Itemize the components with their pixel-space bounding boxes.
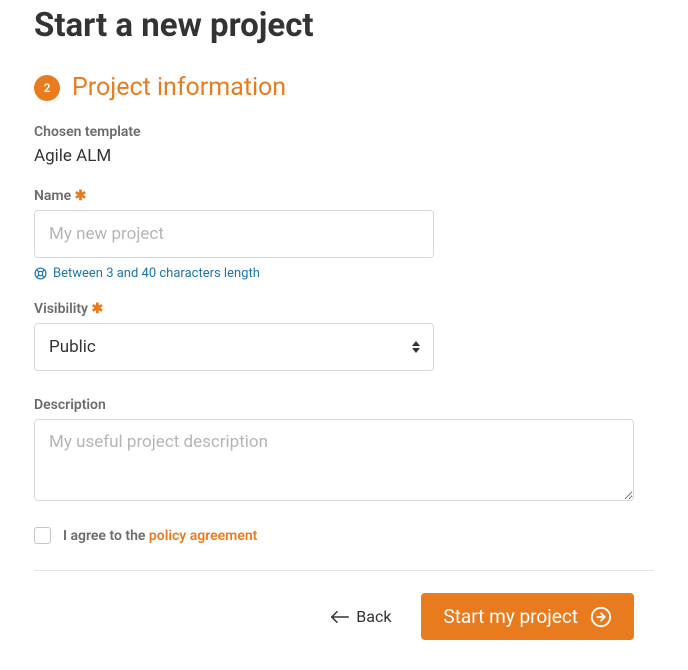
description-input[interactable]	[34, 419, 634, 501]
description-field: Description	[34, 397, 654, 527]
name-hint-text: Between 3 and 40 characters length	[53, 266, 260, 281]
step-title: Project information	[72, 73, 286, 102]
name-hint: Between 3 and 40 characters length	[34, 266, 654, 281]
arrow-left-icon	[331, 611, 349, 623]
name-field: Name ✱ Between 3 and 40 characters lengt…	[34, 188, 654, 281]
name-label: Name ✱	[34, 188, 654, 204]
visibility-select[interactable]: Public	[34, 323, 434, 371]
template-value: Agile ALM	[34, 146, 654, 166]
name-input[interactable]	[34, 210, 434, 258]
start-project-button[interactable]: Start my project	[421, 593, 634, 640]
agreement-field: I agree to the policy agreement	[34, 527, 654, 571]
actions-row: Back Start my project	[34, 593, 634, 640]
agreement-label: I agree to the policy agreement	[63, 528, 257, 544]
visibility-field: Visibility ✱ Public	[34, 301, 654, 371]
lifebuoy-icon	[34, 267, 47, 280]
policy-agreement-link[interactable]: policy agreement	[149, 528, 257, 544]
template-field: Chosen template Agile ALM	[34, 124, 654, 166]
arrow-circle-right-icon	[590, 606, 612, 628]
page-title: Start a new project	[34, 6, 654, 45]
required-icon: ✱	[75, 188, 87, 204]
step-header: 2 Project information	[34, 73, 654, 102]
agreement-checkbox[interactable]	[34, 527, 51, 544]
visibility-label: Visibility ✱	[34, 301, 654, 317]
back-button[interactable]: Back	[319, 597, 403, 636]
required-icon: ✱	[92, 301, 104, 317]
description-label: Description	[34, 397, 654, 413]
step-number-badge: 2	[34, 75, 60, 101]
template-label: Chosen template	[34, 124, 654, 140]
